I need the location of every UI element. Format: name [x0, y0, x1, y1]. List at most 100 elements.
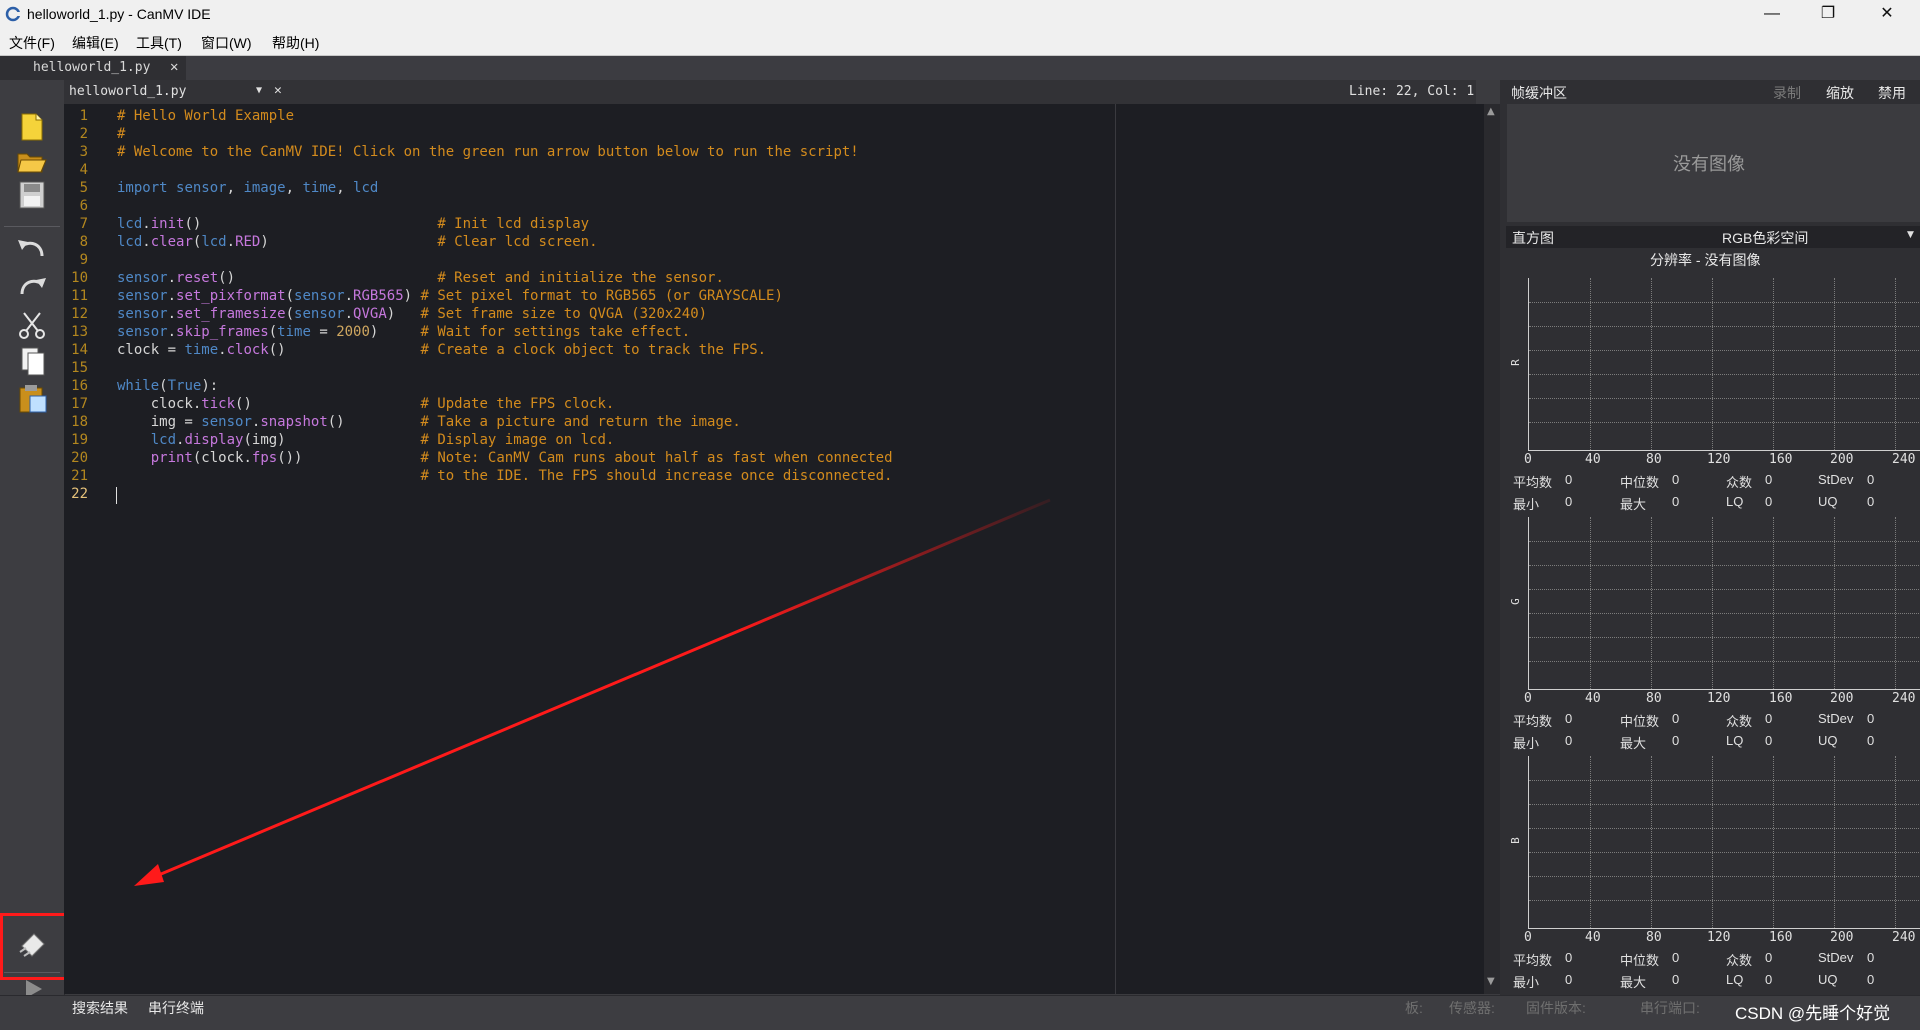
scroll-up-icon[interactable]: ▲: [1487, 106, 1495, 117]
line-number: 5: [79, 180, 88, 196]
undo-icon[interactable]: [12, 232, 52, 266]
menu-tools[interactable]: 工具(T): [136, 33, 182, 53]
board-label: 板:: [1405, 1000, 1423, 1016]
paste-icon[interactable]: [12, 382, 52, 416]
open-folder-icon[interactable]: [12, 144, 52, 178]
minimize-button[interactable]: —: [1749, 0, 1795, 28]
tab-helloworld[interactable]: helloworld_1.py ✕: [0, 56, 186, 80]
x-tick-label: 200: [1830, 930, 1854, 945]
tab-close-icon[interactable]: ✕: [170, 59, 178, 75]
editor-scrollbar[interactable]: ▲ ▼: [1484, 104, 1500, 994]
x-tick-label: 160: [1769, 452, 1793, 467]
code-line: sensor.set_pixformat(sensor.RGB565) # Se…: [117, 288, 783, 304]
grid-line: [1529, 780, 1920, 781]
x-tick-label: 0: [1524, 452, 1532, 467]
menu-window[interactable]: 窗口(W): [201, 33, 252, 53]
grid-line: [1712, 517, 1713, 689]
close-editor-icon[interactable]: ✕: [274, 83, 282, 98]
toolbar-divider: [4, 226, 60, 227]
record-button[interactable]: 录制: [1773, 83, 1801, 103]
disable-button[interactable]: 禁用: [1878, 83, 1906, 103]
code-line: sensor.skip_frames(time = 2000) # Wait f…: [117, 324, 691, 340]
stat-label: 最小: [1513, 736, 1540, 751]
stat-value: 0: [1765, 494, 1773, 509]
cut-icon[interactable]: [12, 308, 52, 342]
stat-label: StDev: [1818, 711, 1854, 726]
code-line: img = sensor.snapshot() # Take a picture…: [117, 414, 741, 430]
line-number: 8: [79, 234, 88, 250]
stat-value: 0: [1672, 711, 1680, 726]
watermark: CSDN @先睡个好觉: [1735, 1004, 1891, 1023]
x-tick-label: 80: [1646, 930, 1662, 945]
stat-value: 0: [1672, 972, 1680, 987]
connect-icon[interactable]: [12, 928, 52, 962]
color-space-select[interactable]: RGB色彩空间: [1722, 228, 1808, 248]
histogram-plot-g: [1528, 517, 1920, 690]
new-file-icon[interactable]: [12, 110, 52, 144]
stat-label: 最小: [1513, 975, 1540, 990]
code-line: lcd.display(img) # Display image on lcd.: [150, 432, 615, 448]
stat-value: 0: [1867, 472, 1875, 487]
menu-edit[interactable]: 编辑(E): [72, 33, 119, 53]
stat-label: 中位数: [1620, 953, 1660, 968]
stat-label: LQ: [1726, 972, 1744, 987]
cursor-position: Line: 22, Col: 1: [1349, 84, 1475, 99]
zoom-button[interactable]: 缩放: [1826, 83, 1854, 103]
restore-button[interactable]: ❐: [1805, 0, 1851, 28]
grid-line: [1529, 541, 1920, 542]
text-cursor: [116, 487, 117, 504]
menu-help[interactable]: 帮助(H): [272, 33, 319, 53]
x-tick-label: 240: [1892, 691, 1916, 706]
x-tick-label: 120: [1707, 452, 1731, 467]
stat-label: 中位数: [1620, 714, 1660, 729]
code-line: clock = time.clock() # Create a clock ob…: [117, 342, 767, 358]
copy-icon[interactable]: [12, 344, 52, 378]
scroll-down-icon[interactable]: ▼: [1487, 976, 1495, 987]
chevron-down-icon[interactable]: ▼: [1907, 230, 1914, 240]
line-number: 22: [71, 486, 88, 502]
canmv-logo-icon: [5, 6, 21, 22]
line-number: 15: [71, 360, 88, 376]
x-tick-label: 200: [1830, 452, 1854, 467]
editor-file-select[interactable]: helloworld_1.py: [69, 84, 186, 99]
code-line: while(True):: [117, 378, 219, 394]
stat-value: 0: [1867, 972, 1875, 987]
menu-file[interactable]: 文件(F): [9, 33, 55, 53]
x-tick-label: 200: [1830, 691, 1854, 706]
grid-line: [1895, 517, 1896, 689]
x-tick-label: 80: [1646, 452, 1662, 467]
stat-value: 0: [1867, 494, 1875, 509]
line-number: 7: [79, 216, 88, 232]
grid-line: [1529, 326, 1920, 327]
code-line: # Welcome to the CanMV IDE! Click on the…: [117, 144, 859, 160]
frame-buffer-view: 没有图像: [1507, 104, 1920, 222]
grid-line: [1773, 517, 1774, 689]
histogram-header: 直方图 RGB色彩空间 ▼: [1506, 226, 1920, 248]
x-tick-label: 160: [1769, 691, 1793, 706]
search-results-tab[interactable]: 搜索结果: [72, 998, 128, 1018]
stat-value: 0: [1565, 950, 1573, 965]
stat-value: 0: [1672, 950, 1680, 965]
line-number: 11: [71, 288, 88, 304]
x-tick-label: 120: [1707, 930, 1731, 945]
stat-label: StDev: [1818, 950, 1854, 965]
document-tab-bar: helloworld_1.py ✕: [0, 56, 1920, 80]
stat-value: 0: [1765, 472, 1773, 487]
stat-value: 0: [1765, 711, 1773, 726]
line-number: 21: [71, 468, 88, 484]
grid-line: [1590, 756, 1591, 928]
grid-line: [1529, 565, 1920, 566]
line-number: 12: [71, 306, 88, 322]
line-number: 6: [79, 198, 88, 214]
save-icon[interactable]: [12, 178, 52, 212]
redo-icon[interactable]: [12, 270, 52, 304]
tab-label: helloworld_1.py: [33, 60, 151, 75]
stat-value: 0: [1565, 733, 1573, 748]
chevron-down-icon[interactable]: ▼: [256, 85, 262, 96]
close-button[interactable]: ✕: [1864, 0, 1910, 28]
editor-header: helloworld_1.py ▼ ✕ Line: 22, Col: 1: [64, 80, 1476, 105]
stat-label: 平均数: [1513, 714, 1553, 729]
grid-line: [1529, 350, 1920, 351]
grid-line: [1590, 278, 1591, 450]
serial-terminal-tab[interactable]: 串行终端: [148, 998, 204, 1018]
